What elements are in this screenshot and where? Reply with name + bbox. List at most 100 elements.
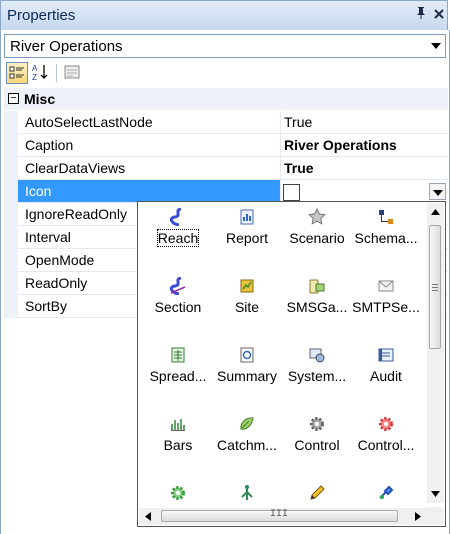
report-icon bbox=[240, 209, 254, 225]
icon-tile-label: Audit bbox=[370, 368, 402, 384]
svg-text:Z: Z bbox=[32, 73, 37, 82]
icon-tile-system[interactable]: System... bbox=[282, 342, 352, 412]
alphabetical-button[interactable]: A Z bbox=[30, 62, 52, 84]
object-selector-value: River Operations bbox=[10, 38, 123, 55]
object-selector[interactable]: River Operations bbox=[4, 34, 446, 58]
category-misc[interactable]: − Misc bbox=[4, 88, 448, 110]
property-row[interactable]: ClearDataViews True bbox=[4, 157, 448, 180]
svg-text:A: A bbox=[32, 64, 38, 73]
icon-tile-report[interactable]: Report bbox=[212, 204, 282, 274]
scroll-right-icon[interactable] bbox=[415, 512, 421, 521]
system-icon bbox=[309, 348, 325, 363]
property-name: OpenMode bbox=[25, 252, 95, 268]
close-icon[interactable] bbox=[431, 6, 447, 24]
property-name: Interval bbox=[25, 229, 71, 245]
categorized-button[interactable] bbox=[6, 62, 28, 84]
scroll-down-icon[interactable] bbox=[431, 491, 440, 497]
icon-tile-label: Reach bbox=[156, 229, 200, 247]
property-value[interactable]: True bbox=[284, 160, 314, 176]
icon-tile-label: SMTPSe... bbox=[352, 299, 420, 315]
tree-icon bbox=[241, 485, 253, 500]
icon-tile-scenario[interactable]: Scenario bbox=[282, 204, 352, 274]
properties-toolbar: A Z bbox=[4, 60, 446, 86]
icon-tile-label: System... bbox=[287, 368, 347, 384]
icon-tile-label: Report bbox=[225, 230, 269, 246]
icon-tile-audit[interactable]: Audit bbox=[351, 342, 421, 412]
icon-picker-popup: Reach Report Scenario Schema... Section … bbox=[137, 201, 446, 527]
scrollbar-corner bbox=[426, 507, 444, 525]
smtp-server-icon bbox=[378, 280, 394, 292]
icon-tile-label: Control... bbox=[357, 437, 415, 453]
property-name: IgnoreReadOnly bbox=[25, 206, 127, 222]
pin-icon[interactable] bbox=[413, 6, 429, 24]
property-row[interactable]: AutoSelectLastNode True bbox=[4, 111, 448, 134]
property-name: AutoSelectLastNode bbox=[25, 114, 153, 130]
property-name: ReadOnly bbox=[25, 275, 88, 291]
property-value[interactable]: True bbox=[284, 114, 312, 130]
icon-tile-label: Site bbox=[234, 299, 260, 315]
icon-tile-reach[interactable]: Reach bbox=[143, 204, 213, 274]
summary-icon bbox=[240, 347, 254, 363]
gear-green-icon bbox=[171, 486, 185, 500]
panel-title-bar[interactable]: Properties bbox=[0, 0, 448, 30]
category-name: Misc bbox=[24, 91, 56, 107]
icon-tile-control-red[interactable]: Control... bbox=[351, 411, 421, 481]
property-pages-icon bbox=[64, 65, 80, 79]
property-name: Caption bbox=[25, 137, 74, 153]
icon-tile-label: Control bbox=[294, 437, 340, 453]
icon-tile-site[interactable]: Site bbox=[212, 273, 282, 343]
section-icon bbox=[169, 277, 186, 295]
horizontal-scrollbar[interactable]: III bbox=[139, 508, 427, 525]
control-icon bbox=[310, 417, 324, 431]
scroll-grip: III bbox=[270, 509, 289, 520]
scenario-icon bbox=[308, 208, 326, 225]
property-name: ClearDataViews bbox=[25, 160, 126, 176]
catchment-icon bbox=[240, 417, 254, 430]
property-name: SortBy bbox=[25, 298, 68, 314]
pencil-icon bbox=[310, 485, 325, 500]
icon-tile-summary[interactable]: Summary bbox=[212, 342, 282, 412]
property-row[interactable]: Caption River Operations bbox=[4, 134, 448, 157]
icon-tile-smtpserver[interactable]: SMTPSe... bbox=[351, 273, 421, 343]
control-red-icon bbox=[379, 417, 393, 431]
bars-icon bbox=[171, 419, 185, 431]
spreadsheet-icon bbox=[171, 347, 185, 363]
icon-tile-label: Scenario bbox=[289, 230, 345, 246]
icon-tile-section[interactable]: Section bbox=[143, 273, 213, 343]
icon-tile-catchment[interactable]: Catchm... bbox=[212, 411, 282, 481]
toolbar-separator bbox=[56, 64, 57, 82]
icon-tile-smsgateway[interactable]: SMSGa... bbox=[282, 273, 352, 343]
categorized-icon bbox=[9, 66, 24, 79]
chevron-down-icon[interactable] bbox=[431, 43, 441, 49]
property-pages-button[interactable] bbox=[62, 62, 84, 84]
icon-tile-label: SMSGa... bbox=[286, 299, 348, 315]
icon-tile-control[interactable]: Control bbox=[282, 411, 352, 481]
icon-tile-schema[interactable]: Schema... bbox=[351, 204, 421, 274]
site-icon bbox=[240, 279, 254, 293]
schema-icon bbox=[379, 210, 393, 224]
collapse-toggle[interactable]: − bbox=[8, 93, 19, 104]
property-value[interactable]: River Operations bbox=[284, 137, 397, 153]
icon-tile-label: Section bbox=[154, 299, 202, 315]
icon-tile-label: Bars bbox=[163, 437, 193, 453]
reach-icon bbox=[169, 208, 182, 226]
panel-title: Properties bbox=[7, 7, 76, 24]
icon-dropdown-button[interactable] bbox=[429, 183, 446, 200]
vertical-scrollbar[interactable] bbox=[427, 203, 444, 503]
icon-tile-label: Catchm... bbox=[217, 437, 277, 453]
icon-tile-spreadsheet[interactable]: Spread... bbox=[143, 342, 213, 412]
sms-gateway-icon bbox=[309, 279, 325, 294]
horizontal-scroll-thumb[interactable]: III bbox=[161, 509, 398, 522]
icon-preview bbox=[283, 184, 300, 201]
icon-tile-label: Schema... bbox=[354, 230, 418, 246]
property-row-selected[interactable]: Icon bbox=[4, 180, 448, 203]
icon-tile-label: Spread... bbox=[149, 368, 207, 384]
scroll-up-icon[interactable] bbox=[431, 209, 440, 215]
icon-tile-bars[interactable]: Bars bbox=[143, 411, 213, 481]
alphabetical-icon: A Z bbox=[32, 64, 48, 82]
blue-tool-icon bbox=[379, 485, 394, 499]
property-name: Icon bbox=[25, 183, 52, 199]
vertical-scroll-thumb[interactable] bbox=[429, 225, 441, 349]
scroll-left-icon[interactable] bbox=[145, 512, 151, 521]
audit-icon bbox=[378, 348, 394, 362]
